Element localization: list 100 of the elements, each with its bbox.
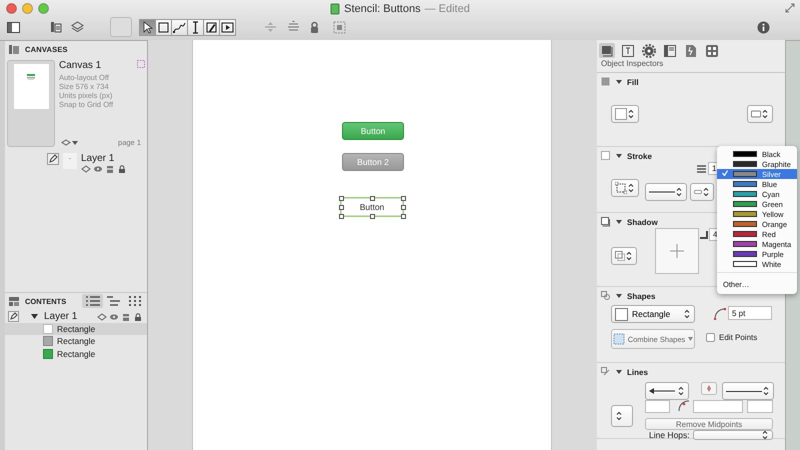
- color-swatch-icon: [733, 231, 757, 237]
- shape-swatch-icon: [43, 348, 53, 359]
- pointer-tool[interactable]: [139, 18, 156, 36]
- pen-icon: [204, 20, 219, 34]
- gear-tab[interactable]: [641, 43, 657, 58]
- updown-icon: [627, 183, 635, 193]
- triangle-icon[interactable]: [72, 140, 78, 146]
- color-swatch-icon: [733, 211, 757, 217]
- layer-name: Layer 1: [44, 310, 78, 322]
- selection-frame-icon: [137, 60, 145, 68]
- sidebar-toggle-icon[interactable]: [7, 22, 20, 32]
- fill-color-button[interactable]: [611, 105, 639, 123]
- document-tab[interactable]: [683, 43, 699, 58]
- lock-icon[interactable]: [133, 312, 143, 320]
- visibility-icon[interactable]: [97, 312, 107, 320]
- layer-item[interactable]: Rectangle: [5, 322, 147, 335]
- midpoint-toggle-icon[interactable]: [701, 382, 717, 395]
- properties-tab[interactable]: [620, 43, 636, 58]
- line-end-button[interactable]: [722, 382, 774, 400]
- line-field[interactable]: [645, 400, 670, 413]
- layer-thumbnail: [63, 153, 77, 169]
- color-swatch-icon: [733, 171, 757, 177]
- layer-item[interactable]: Rectangle: [5, 335, 147, 348]
- line-hops-label: Line Hops:: [649, 430, 690, 440]
- stroke-corner-button[interactable]: [611, 179, 639, 197]
- freehand-line-tool[interactable]: [171, 18, 188, 36]
- line-type-button[interactable]: [611, 405, 633, 427]
- remove-midpoints-button[interactable]: Remove Midpoints: [645, 418, 773, 430]
- list-view-icon: [84, 295, 101, 307]
- line-style-button[interactable]: [645, 183, 687, 201]
- zoom-button[interactable]: [38, 3, 49, 14]
- disclosure-triangle-icon[interactable]: [616, 79, 622, 85]
- updown-icon: [702, 187, 710, 197]
- text-shape[interactable]: Button: [341, 198, 403, 216]
- line-field[interactable]: [747, 400, 773, 413]
- layers-icon[interactable]: [71, 21, 84, 33]
- play-tool[interactable]: [219, 18, 236, 36]
- document-icon: [330, 3, 340, 15]
- printer-icon[interactable]: [121, 312, 131, 320]
- list-view-button[interactable]: [82, 294, 104, 308]
- resize-handle[interactable]: [370, 214, 374, 218]
- eye-icon[interactable]: [93, 165, 103, 173]
- updown-icon: [625, 251, 633, 261]
- color-swatch-icon: [733, 161, 757, 167]
- disclosure-triangle-icon[interactable]: [31, 312, 38, 320]
- visibility-icon[interactable]: [81, 165, 91, 173]
- disclosure-triangle-icon[interactable]: [616, 153, 622, 159]
- line-start-button[interactable]: [645, 382, 689, 400]
- grid-icon: [705, 44, 719, 58]
- rectangle-tool[interactable]: [155, 18, 172, 36]
- updown-icon: [627, 109, 635, 119]
- edit-icon[interactable]: [47, 153, 59, 165]
- corner-radius-icon: [714, 308, 726, 320]
- line-sample-icon: [726, 390, 762, 392]
- line-cap-icon: [694, 189, 702, 195]
- shadow-style-button[interactable]: [611, 247, 637, 265]
- disclosure-triangle-icon[interactable]: [616, 293, 622, 299]
- gradient-icon: [751, 110, 761, 118]
- canvases-icon[interactable]: [50, 21, 62, 33]
- line-field[interactable]: [693, 400, 743, 413]
- checkbox-icon: [601, 151, 611, 161]
- text-cursor-tool[interactable]: [187, 18, 204, 36]
- section-title: Shapes: [627, 292, 656, 300]
- combine-shapes-icon: [612, 333, 625, 345]
- edit-icon[interactable]: [8, 310, 19, 322]
- updown-icon: [675, 187, 683, 197]
- edit-points-checkbox[interactable]: Edit Points: [706, 333, 758, 342]
- fill-style-button[interactable]: [747, 105, 773, 123]
- item-name: Rectangle: [57, 324, 96, 334]
- group-icon[interactable]: [332, 20, 347, 34]
- info-icon[interactable]: [757, 20, 770, 34]
- object-inspector-tab[interactable]: [599, 43, 615, 58]
- color-swatch-icon: [733, 241, 757, 247]
- layers-icon[interactable]: [61, 139, 71, 147]
- checkmark-icon: [722, 170, 728, 176]
- grid-tab[interactable]: [704, 43, 720, 58]
- color-swatch-icon: [733, 191, 757, 197]
- item-name: Rectangle: [57, 336, 96, 346]
- disclosure-triangle-icon[interactable]: [616, 369, 622, 375]
- line-sample-icon: [649, 190, 675, 194]
- canvas-tab[interactable]: [662, 43, 678, 58]
- corner-radius-field[interactable]: 5 pt: [728, 306, 772, 320]
- fullscreen-icon[interactable]: [785, 3, 795, 13]
- close-button[interactable]: [6, 3, 17, 14]
- section-title: Lines: [627, 368, 648, 376]
- canvas-thumbnail[interactable]: [7, 60, 55, 147]
- eye-icon[interactable]: [109, 312, 119, 320]
- section-title: Shadow: [627, 218, 658, 226]
- color-swatch-icon: [733, 181, 757, 187]
- color-swatch-icon: [615, 108, 627, 120]
- resize-handle[interactable]: [370, 196, 374, 200]
- grid-view-icon: [126, 295, 143, 307]
- shape-picker[interactable]: Rectangle: [611, 305, 695, 323]
- disclosure-triangle-icon[interactable]: [616, 219, 622, 225]
- pen-tool[interactable]: [203, 18, 220, 36]
- fill-icon: [601, 77, 611, 87]
- line-pattern-button[interactable]: [690, 183, 714, 201]
- layer-item[interactable]: Rectangle: [5, 348, 147, 360]
- lock-icon[interactable]: [117, 165, 127, 173]
- printer-icon[interactable]: [105, 165, 115, 173]
